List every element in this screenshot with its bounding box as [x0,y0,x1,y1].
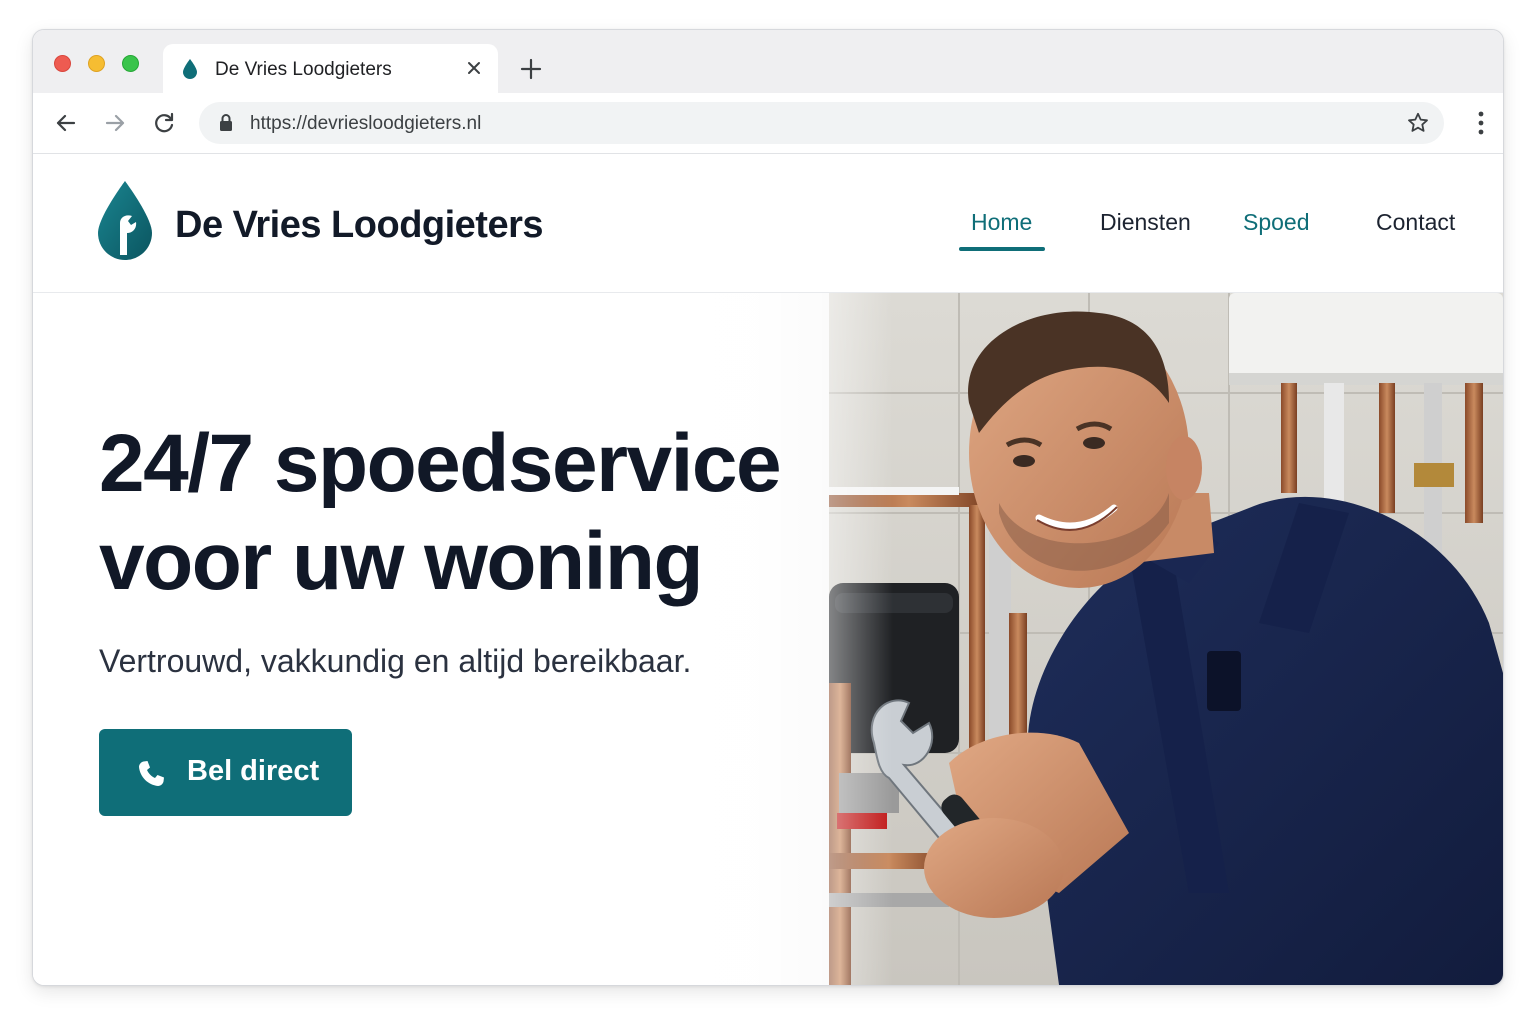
hero-subline: Vertrouwd, vakkundig en altijd bereikbaa… [99,643,692,679]
new-tab-icon[interactable] [518,56,544,82]
hero-headline-line1: 24/7 spoedservice [99,418,782,509]
url-text[interactable]: https://devriesloodgieters.nl [250,113,481,135]
browser-tab[interactable]: De Vries Loodgieters [163,44,498,94]
close-window-button[interactable] [54,55,71,72]
hero-headline: 24/7 spoedservice voor uw woning [99,415,819,611]
phone-icon [139,761,164,786]
maximize-window-button[interactable] [122,55,139,72]
bookmark-star-icon[interactable] [1406,111,1430,135]
site-header: De Vries Loodgieters Home Diensten Spoed… [33,154,1503,293]
hero-image-fade [593,293,893,985]
lock-icon [220,114,232,131]
minimize-window-button[interactable] [88,55,105,72]
nav-contact[interactable]: Contact [1376,209,1455,236]
water-drop-wrench-logo-icon[interactable] [96,179,154,263]
call-now-button[interactable]: Bel direct [99,729,352,816]
hero-text-background [33,293,633,985]
web-page: De Vries Loodgieters Home Diensten Spoed… [33,154,1503,985]
nav-spoed[interactable]: Spoed [1243,209,1310,236]
hero-section: 24/7 spoedservice voor uw woning Vertrou… [33,293,1503,985]
plumber-photo [829,293,1503,985]
water-drop-icon [183,59,197,79]
active-nav-indicator [959,247,1045,251]
reload-icon[interactable] [151,110,177,136]
close-tab-icon[interactable] [464,58,484,78]
tab-strip: De Vries Loodgieters [33,30,1503,94]
forward-arrow-icon[interactable] [102,110,128,136]
call-now-label: Bel direct [187,755,320,787]
hero-headline-line2: voor uw woning [99,516,704,607]
nav-diensten[interactable]: Diensten [1100,209,1191,236]
browser-window: De Vries Loodgieters https://devrieslood… [32,29,1504,986]
back-arrow-icon[interactable] [53,110,79,136]
more-menu-icon[interactable] [1477,110,1485,136]
browser-toolbar: https://devriesloodgieters.nl [33,93,1503,154]
tab-title: De Vries Loodgieters [215,59,392,80]
address-bar[interactable]: https://devriesloodgieters.nl [199,102,1444,144]
brand-name[interactable]: De Vries Loodgieters [175,204,544,247]
nav-home[interactable]: Home [971,209,1032,236]
